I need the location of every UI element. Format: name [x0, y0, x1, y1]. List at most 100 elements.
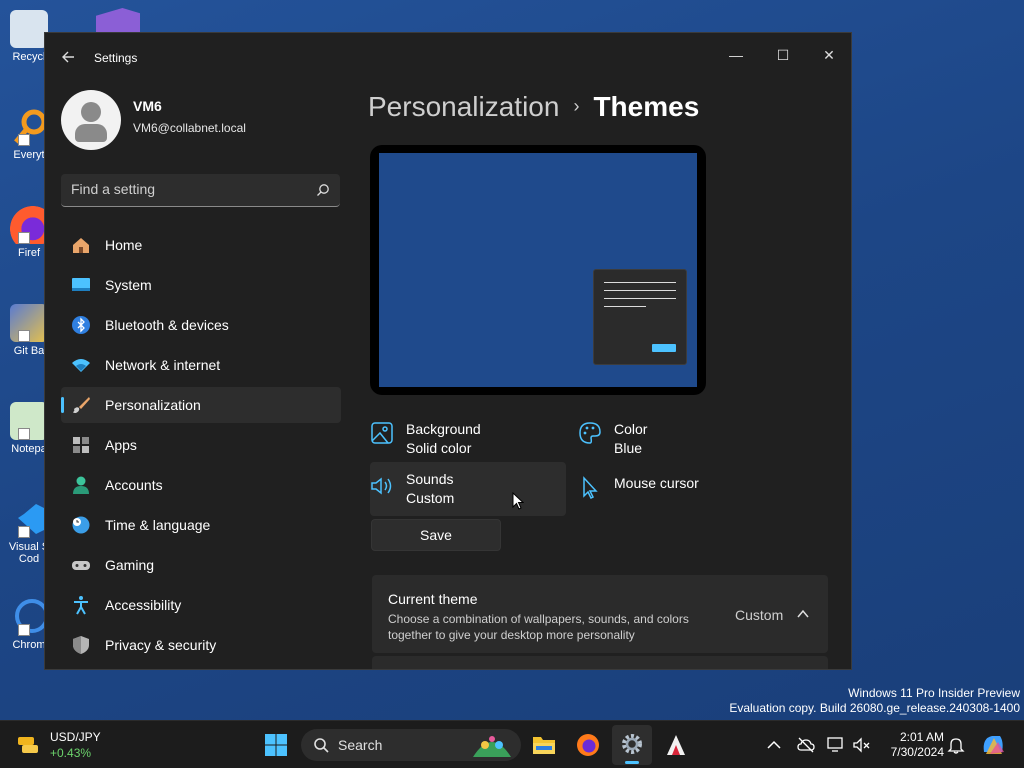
- sounds-option-title: Sounds: [406, 471, 454, 487]
- sidebar-item-privacy-security[interactable]: Privacy & security: [61, 627, 341, 663]
- profile-name: VM6: [133, 98, 162, 114]
- maximize-button[interactable]: ☐: [760, 39, 806, 71]
- color-option[interactable]: Color Blue: [578, 415, 774, 469]
- breadcrumb-parent-link[interactable]: Personalization: [368, 91, 559, 122]
- sidebar-item-bluetooth[interactable]: Bluetooth & devices: [61, 307, 341, 343]
- current-theme-title: Current theme: [388, 591, 478, 607]
- chevron-up-icon[interactable]: [796, 607, 810, 621]
- cloud-offline-icon[interactable]: [796, 735, 816, 755]
- background-option[interactable]: Background Solid color: [370, 415, 566, 469]
- widget-change: +0.43%: [50, 746, 92, 760]
- currency-widget[interactable]: USD/JPY +0.43%: [16, 729, 126, 761]
- color-option-title: Color: [614, 421, 648, 437]
- windows-watermark: Windows 11 Pro Insider Preview Evaluatio…: [729, 686, 1020, 716]
- sidebar-item-label: Accessibility: [105, 597, 182, 613]
- sidebar-nav: Home System Bluetooth & devices Network …: [61, 227, 341, 667]
- search-highlight-icon: [473, 736, 511, 757]
- sidebar-item-label: Gaming: [105, 557, 155, 573]
- currency-exchange-icon: [18, 737, 38, 753]
- home-icon: [73, 238, 89, 253]
- arrow-left-icon: [62, 51, 74, 63]
- sidebar-item-gaming[interactable]: Gaming: [61, 547, 341, 583]
- desktop-icon-label: Git Ba: [13, 345, 45, 357]
- save-button[interactable]: Save: [371, 519, 501, 551]
- sidebar-item-network[interactable]: Network & internet: [61, 347, 341, 383]
- minimize-button[interactable]: —: [713, 39, 759, 71]
- desktop-icon-label: Recycl: [12, 51, 46, 63]
- sidebar-item-system[interactable]: System: [61, 267, 341, 303]
- current-theme-value: Custom: [735, 607, 784, 623]
- accessibility-icon: [74, 596, 88, 615]
- file-explorer-taskbar-button[interactable]: [524, 725, 564, 765]
- desktop-icon-label: Chrom: [12, 639, 46, 651]
- background-option-value: Solid color: [406, 440, 472, 456]
- wifi-icon: [72, 359, 90, 372]
- mouse-cursor-option[interactable]: Mouse cursor: [578, 469, 774, 523]
- brush-icon: [73, 397, 90, 413]
- breadcrumb: Personalization › Themes: [368, 91, 699, 123]
- chrome-icon: [10, 598, 49, 636]
- bluetooth-icon: [72, 316, 90, 334]
- notification-bell-icon[interactable]: [946, 735, 966, 755]
- sidebar-item-home[interactable]: Home: [61, 227, 341, 263]
- mouse-cursor-option-title: Mouse cursor: [614, 475, 699, 491]
- back-button[interactable]: [59, 47, 79, 67]
- windows-logo-icon: [265, 734, 287, 756]
- avatar[interactable]: [61, 90, 121, 150]
- sidebar-item-personalization[interactable]: Personalization: [61, 387, 341, 423]
- desktop-icon-label: Firef: [18, 247, 40, 259]
- profile-email: VM6@collabnet.local: [133, 121, 246, 135]
- start-button[interactable]: [256, 725, 296, 765]
- gamepad-icon: [72, 561, 90, 570]
- sidebar-item-label: Apps: [105, 437, 137, 453]
- cursor-arrow-icon: [583, 476, 598, 499]
- speaker-icon: [371, 477, 392, 495]
- network-icon[interactable]: [826, 735, 846, 755]
- user-profile[interactable]: VM6 VM6@collabnet.local: [61, 90, 341, 150]
- magnifier-icon: [10, 108, 48, 146]
- watermark-edition: Windows 11 Pro Insider Preview: [848, 686, 1020, 700]
- system-icon: [72, 278, 90, 291]
- sidebar-item-label: Accounts: [105, 477, 163, 493]
- desktop-icon-label: Everyt: [13, 149, 45, 161]
- theme-preview: [370, 145, 706, 395]
- theme-preview-accent-button: [652, 344, 676, 352]
- clock-time: 2:01 AM: [899, 730, 944, 744]
- current-theme-card[interactable]: Current theme Choose a combination of wa…: [372, 575, 828, 653]
- search-input[interactable]: [71, 181, 301, 197]
- search-icon[interactable]: [316, 183, 330, 197]
- sidebar-item-label: Bluetooth & devices: [105, 317, 229, 333]
- picture-icon: [371, 422, 393, 444]
- sidebar-item-accessibility[interactable]: Accessibility: [61, 587, 341, 623]
- title-bar[interactable]: Settings — ☐ ✕: [45, 33, 851, 83]
- clock[interactable]: 2:01 AM 7/30/2024: [880, 730, 944, 760]
- sidebar-item-apps[interactable]: Apps: [61, 427, 341, 463]
- sidebar-item-label: Home: [105, 237, 143, 253]
- sidebar-item-label: Time & language: [105, 517, 211, 533]
- sidebar-item-accounts[interactable]: Accounts: [61, 467, 341, 503]
- taskbar-search-box[interactable]: Search: [301, 729, 521, 761]
- watermark-build: Evaluation copy. Build 26080.ge_release.…: [729, 701, 1020, 715]
- settings-window: Settings — ☐ ✕ VM6 VM6@collabnet.local H…: [44, 32, 852, 670]
- app-taskbar-button[interactable]: [656, 725, 696, 765]
- settings-search-box[interactable]: [61, 174, 340, 207]
- accounts-icon: [73, 476, 89, 494]
- chevron-up-icon[interactable]: [764, 735, 784, 755]
- shield-icon: [73, 636, 89, 654]
- taskbar: USD/JPY +0.43% Search 2:01 AM 7/30/2024: [0, 720, 1024, 768]
- firefox-icon: [577, 734, 599, 756]
- firefox-taskbar-button[interactable]: [568, 725, 608, 765]
- sounds-option-value: Custom: [406, 490, 455, 506]
- close-button[interactable]: ✕: [806, 39, 851, 71]
- sidebar-item-label: System: [105, 277, 152, 293]
- sidebar-item-label: Personalization: [105, 397, 201, 413]
- sounds-option[interactable]: Sounds Custom: [370, 462, 566, 516]
- gear-icon: [622, 734, 642, 754]
- volume-muted-icon[interactable]: [852, 735, 872, 755]
- git-bash-icon: [10, 304, 48, 342]
- sidebar-item-label: Privacy & security: [105, 637, 217, 653]
- app-title: Settings: [94, 51, 138, 65]
- copilot-icon[interactable]: [980, 732, 1006, 758]
- sidebar-item-time-language[interactable]: Time & language: [61, 507, 341, 543]
- settings-taskbar-button[interactable]: [612, 725, 652, 765]
